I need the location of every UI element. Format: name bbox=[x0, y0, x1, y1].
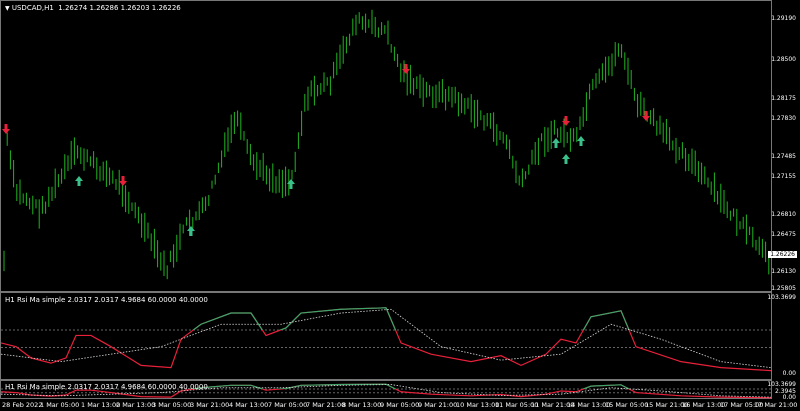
price-label: 1.28175 bbox=[771, 95, 796, 102]
down-arrow-icon bbox=[402, 64, 410, 74]
time-label: 3 Mar 05:00 bbox=[152, 401, 192, 409]
time-label: 8 Mar 13:00 bbox=[342, 401, 382, 409]
up-arrow-icon bbox=[552, 138, 560, 148]
time-label: 17 Mar 21:00 bbox=[754, 401, 798, 409]
up-arrow-icon bbox=[187, 226, 195, 236]
ind2-top-label: 103.3699 bbox=[767, 381, 796, 388]
up-arrow-icon bbox=[562, 154, 570, 164]
time-label: 15 Mar 05:00 bbox=[605, 401, 649, 409]
time-label: 1 Mar 05:00 bbox=[40, 401, 80, 409]
down-arrow-icon bbox=[562, 116, 570, 126]
indicator-title-1: H1 Rsi Ma simple 2.0317 2.0317 4.9684 60… bbox=[5, 296, 208, 304]
price-chart-panel[interactable]: ▼ USDCAD,H1 1.26274 1.26286 1.26203 1.26… bbox=[0, 0, 772, 292]
indicator-title-2: H1 Rsi Ma simple 2.0317 2.0317 4.9684 60… bbox=[5, 383, 208, 391]
up-arrow-icon bbox=[287, 179, 295, 189]
rsi-ma-line bbox=[1, 308, 772, 369]
ind1-bottom-label: 0.00 bbox=[782, 370, 796, 377]
rsi-line-high bbox=[192, 307, 630, 330]
price-bars bbox=[2, 9, 770, 280]
price-label: 1.26810 bbox=[771, 211, 796, 218]
ind2-bottom-label: 0.00 bbox=[782, 394, 796, 401]
price-label: 1.27155 bbox=[771, 173, 796, 180]
ind1-top-label: 103.3699 bbox=[767, 294, 796, 301]
up-arrow-icon bbox=[75, 176, 83, 186]
rsi-panel-2[interactable]: H1 Rsi Ma simple 2.0317 2.0317 4.9684 60… bbox=[0, 380, 772, 399]
down-arrow-icon bbox=[119, 176, 127, 186]
price-label: 1.28500 bbox=[771, 56, 796, 63]
chart-header: ▼ USDCAD,H1 1.26274 1.26286 1.26203 1.26… bbox=[5, 4, 181, 12]
time-label: 3 Mar 21:00 bbox=[190, 401, 230, 409]
price-label: 1.26475 bbox=[771, 231, 796, 238]
time-label: 9 Mar 05:00 bbox=[380, 401, 420, 409]
price-label: 1.25805 bbox=[771, 285, 796, 292]
time-label: 16 Mar 13:00 bbox=[682, 401, 726, 409]
price-label: 1.29190 bbox=[771, 15, 796, 22]
price-label: 1.26130 bbox=[771, 268, 796, 275]
time-label: 28 Feb 2022 bbox=[2, 401, 43, 409]
rsi-lines-1 bbox=[1, 307, 772, 372]
time-label: 4 Mar 13:00 bbox=[229, 401, 269, 409]
symbol-label: USDCAD,H1 bbox=[11, 4, 54, 12]
price-label: 1.27485 bbox=[771, 153, 796, 160]
time-label: 1 Mar 13:00 bbox=[81, 401, 121, 409]
current-price-badge: 1.26226 bbox=[768, 251, 797, 258]
time-label: 10 Mar 13:00 bbox=[456, 401, 500, 409]
price-label: 1.27830 bbox=[771, 115, 796, 122]
time-label: 9 Mar 21:00 bbox=[418, 401, 458, 409]
rsi-line bbox=[1, 307, 772, 372]
time-label: 14 Mar 13:00 bbox=[567, 401, 611, 409]
down-arrow-icon bbox=[642, 111, 650, 121]
time-label: 2 Mar 13:00 bbox=[116, 401, 156, 409]
up-arrow-icon bbox=[577, 136, 585, 146]
time-label: 7 Mar 05:00 bbox=[268, 401, 308, 409]
triangle-down-icon: ▼ bbox=[5, 5, 10, 12]
time-label: 7 Mar 21:00 bbox=[306, 401, 346, 409]
down-arrow-icon bbox=[2, 124, 10, 134]
ohlc-readout: 1.26274 1.26286 1.26203 1.26226 bbox=[58, 4, 181, 12]
rsi-panel-1[interactable]: H1 Rsi Ma simple 2.0317 2.0317 4.9684 60… bbox=[0, 292, 772, 380]
